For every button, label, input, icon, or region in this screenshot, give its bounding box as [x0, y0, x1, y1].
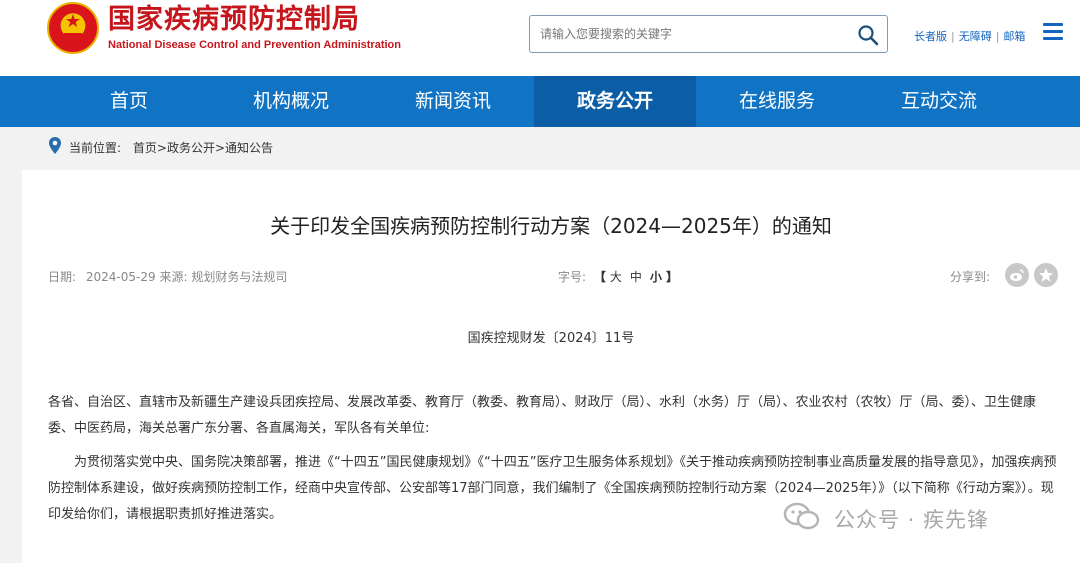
search-input[interactable] [540, 24, 840, 44]
document-number: 国疾控规财发〔2024〕11号 [467, 331, 635, 346]
site-logo-cn[interactable]: 国家疾病预防控制局 [108, 2, 360, 38]
search-box [529, 15, 888, 53]
share-label: 分享到: [950, 270, 991, 284]
wechat-watermark-icon [783, 502, 820, 530]
hamburger-menu-icon[interactable] [1043, 23, 1063, 43]
nav-item-about[interactable]: 机构概况 [210, 76, 372, 127]
breadcrumb-separator: > [214, 141, 226, 155]
main-nav: 首页 机构概况 新闻资讯 政务公开 在线服务 互动交流 [0, 76, 1080, 127]
font-size-label: 字号: [558, 270, 587, 284]
breadcrumb-notices[interactable]: 通知公告 [225, 141, 273, 155]
nav-item-news[interactable]: 新闻资讯 [372, 76, 534, 127]
font-size-small[interactable]: 小 [650, 270, 662, 284]
font-size-medium[interactable]: 中 [630, 270, 642, 284]
font-size-switcher: 字号: 【大中小】 [558, 270, 678, 284]
nav-item-interaction[interactable]: 互动交流 [858, 76, 1020, 127]
site-header: ★ 国家疾病预防控制局 National Disease Control and… [0, 0, 1080, 76]
article-source: 规划财务与法规司 [191, 270, 288, 284]
accessibility-link[interactable]: 无障碍 [959, 30, 992, 43]
site-logo-en[interactable]: National Disease Control and Prevention … [108, 39, 401, 51]
nav-item-gov-affairs[interactable]: 政务公开 [534, 76, 696, 127]
favorite-star-icon[interactable] [1034, 263, 1058, 287]
watermark-text: 公众号 · 疾先锋 [834, 508, 990, 532]
nav-item-home[interactable]: 首页 [48, 76, 210, 127]
location-pin-icon [49, 137, 61, 154]
breadcrumb-gov-affairs[interactable]: 政务公开 [167, 141, 215, 155]
article-title: 关于印发全国疾病预防控制行动方案（2024—2025年）的通知 [270, 214, 832, 238]
search-icon[interactable] [857, 24, 879, 46]
font-size-large[interactable]: 大 [610, 270, 622, 284]
national-emblem-logo[interactable]: ★ [47, 2, 99, 54]
breadcrumb-prefix: 当前位置: [69, 141, 122, 155]
top-links: 长者版 | 无障碍 | 邮箱 [914, 30, 1026, 43]
addressee-paragraph: 各省、自治区、直辖市及新疆生产建设兵团疾控局、发展改革委、教育厅（教委、教育局）… [48, 395, 1037, 436]
weibo-share-icon[interactable] [1005, 263, 1029, 287]
article-panel: 关于印发全国疾病预防控制行动方案（2024—2025年）的通知 日期: 2024… [22, 170, 1080, 563]
article-meta: 日期: 2024-05-29 来源: 规划财务与法规司 [48, 268, 287, 285]
breadcrumb-separator: > [156, 141, 167, 155]
date-label: 日期: [48, 270, 77, 284]
mailbox-link[interactable]: 邮箱 [1003, 30, 1025, 43]
article-date: 2024-05-29 [85, 270, 156, 284]
nav-item-online-service[interactable]: 在线服务 [696, 76, 858, 127]
breadcrumb-home[interactable]: 首页 [133, 141, 157, 155]
elder-mode-link[interactable]: 长者版 [914, 30, 947, 43]
source-label: 来源: [159, 270, 188, 284]
